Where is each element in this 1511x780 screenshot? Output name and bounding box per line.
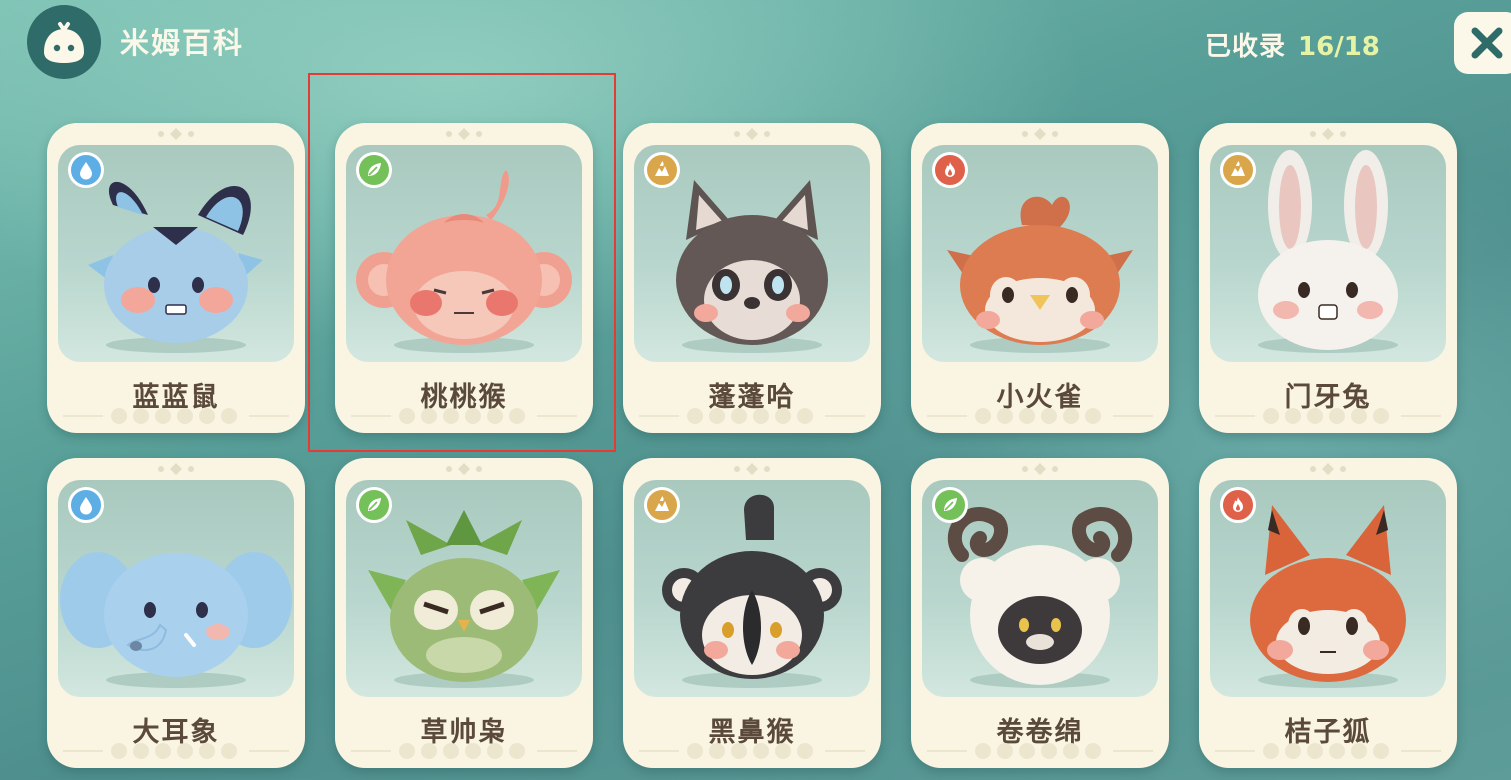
card-footer-decoration (1209, 740, 1447, 762)
creature-portrait (1210, 480, 1446, 697)
creature-portrait (1210, 145, 1446, 362)
close-x-icon (1471, 27, 1503, 59)
fire-icon (932, 152, 968, 188)
earth-flame-icon (644, 487, 680, 523)
creature-portrait (346, 480, 582, 697)
creature-portrait (634, 480, 870, 697)
creature-portrait (58, 480, 294, 697)
close-button[interactable] (1454, 12, 1511, 74)
creature-portrait (346, 145, 582, 362)
card-footer-decoration (345, 740, 583, 762)
card-top-decoration (1015, 461, 1065, 477)
leaf-icon (932, 487, 968, 523)
creature-portrait (634, 145, 870, 362)
fire-icon (1220, 487, 1256, 523)
card-footer-decoration (57, 740, 295, 762)
card-footer-decoration (345, 405, 583, 427)
collected-label: 已收录 (1205, 32, 1287, 62)
creature-card[interactable]: 小火雀 (911, 123, 1169, 433)
card-top-decoration (1303, 126, 1353, 142)
earth-flame-icon (644, 152, 680, 188)
creature-portrait (922, 145, 1158, 362)
creature-card[interactable]: 桃桃猴 (335, 123, 593, 433)
collection-counter: 已收录 16/18 (1205, 26, 1380, 63)
earth-flame-icon (1220, 152, 1256, 188)
card-top-decoration (1303, 461, 1353, 477)
card-footer-decoration (921, 405, 1159, 427)
card-footer-decoration (633, 405, 871, 427)
header-bar: 米姆百科 已收录 16/18 (0, 0, 1511, 80)
collected-count: 16/18 (1298, 32, 1380, 62)
card-top-decoration (439, 461, 489, 477)
creature-card[interactable]: 桔子狐 (1199, 458, 1457, 768)
water-drop-icon (68, 487, 104, 523)
card-top-decoration (439, 126, 489, 142)
creature-card[interactable]: 草帅枭 (335, 458, 593, 768)
leaf-icon (356, 487, 392, 523)
creature-card[interactable]: 门牙兔 (1199, 123, 1457, 433)
card-footer-decoration (57, 405, 295, 427)
creature-portrait (922, 480, 1158, 697)
leaf-icon (356, 152, 392, 188)
card-top-decoration (151, 126, 201, 142)
creature-card[interactable]: 蓝蓝鼠 (47, 123, 305, 433)
card-footer-decoration (633, 740, 871, 762)
creature-card[interactable]: 蓬蓬哈 (623, 123, 881, 433)
card-top-decoration (727, 126, 777, 142)
card-top-decoration (151, 461, 201, 477)
creature-card[interactable]: 黑鼻猴 (623, 458, 881, 768)
page-title: 米姆百科 (120, 26, 245, 60)
creature-portrait (58, 145, 294, 362)
creature-card[interactable]: 卷卷绵 (911, 458, 1169, 768)
creature-card[interactable]: 大耳象 (47, 458, 305, 768)
card-top-decoration (727, 461, 777, 477)
card-top-decoration (1015, 126, 1065, 142)
slime-face-icon (27, 5, 101, 79)
card-footer-decoration (1209, 405, 1447, 427)
card-footer-decoration (921, 740, 1159, 762)
water-drop-icon (68, 152, 104, 188)
